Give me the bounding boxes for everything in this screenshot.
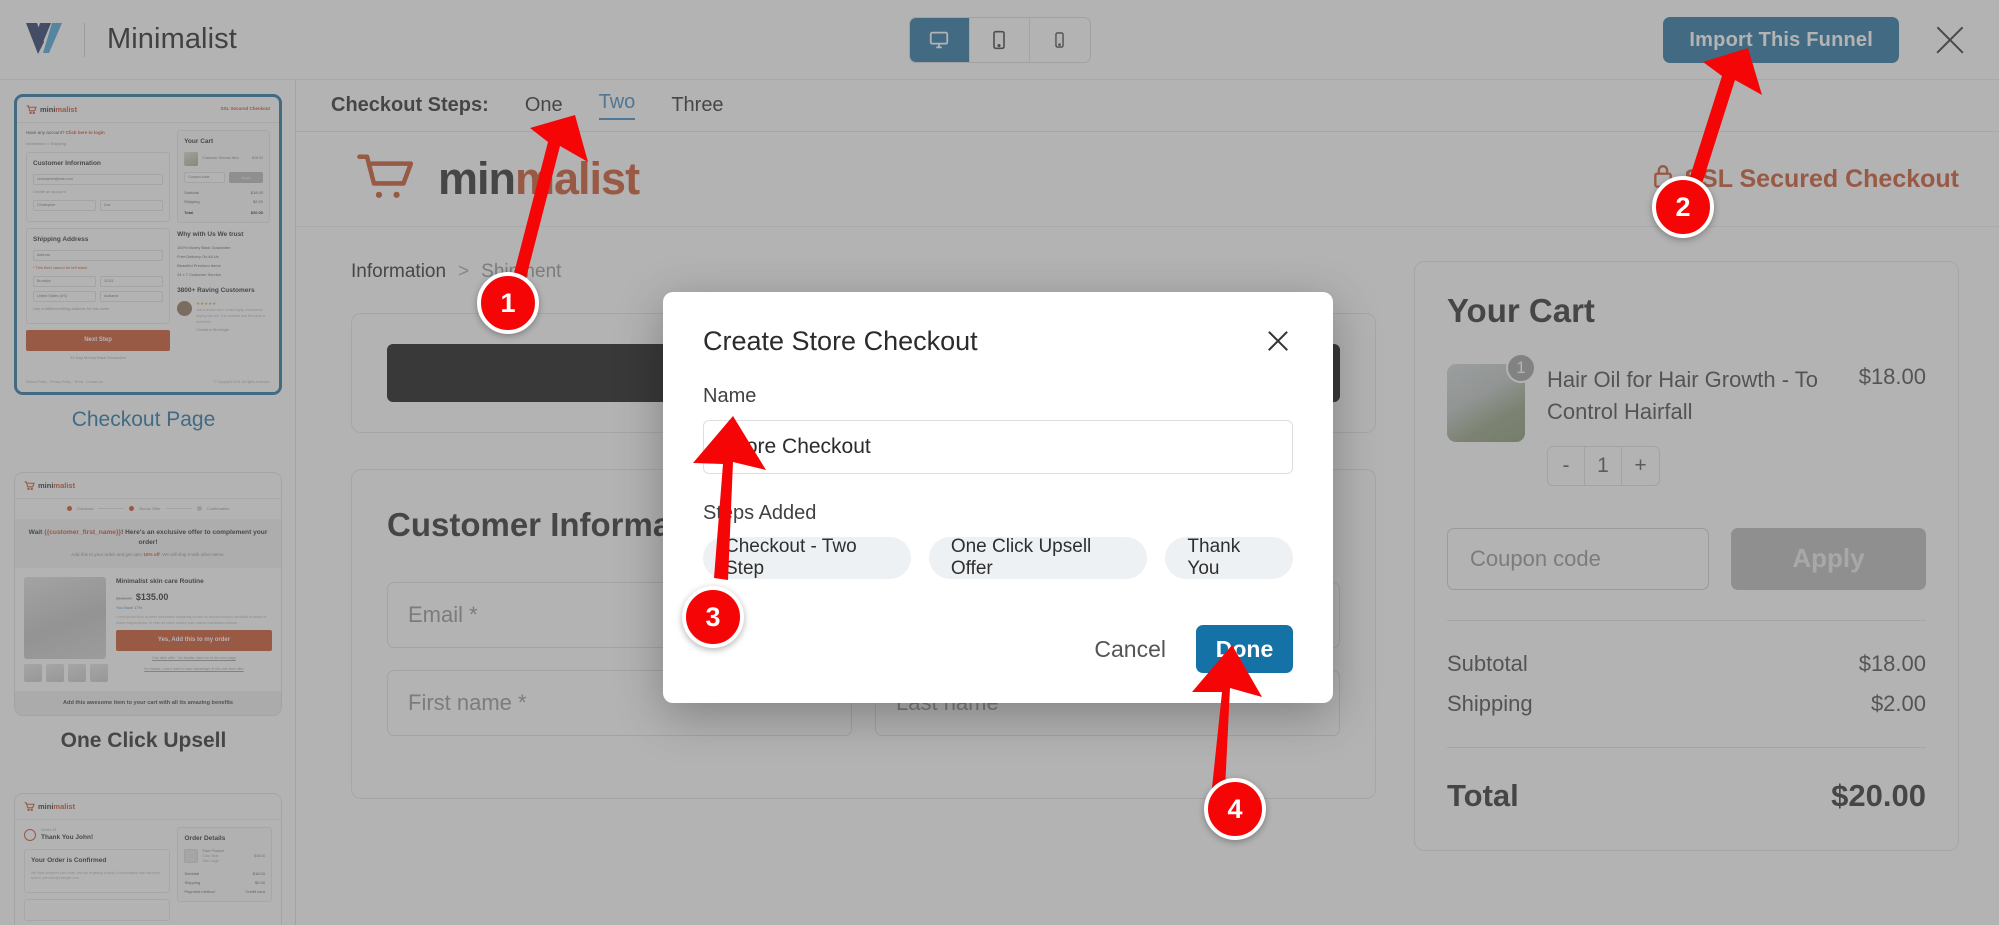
- chip-one-click-upsell-offer[interactable]: One Click Upsell Offer: [928, 536, 1148, 579]
- cancel-button[interactable]: Cancel: [1094, 636, 1166, 663]
- modal-close-icon[interactable]: [1263, 326, 1293, 356]
- annotation-badge-4: 4: [1204, 778, 1266, 840]
- name-label: Name: [703, 385, 757, 407]
- steps-added-label: Steps Added: [703, 502, 817, 524]
- create-store-checkout-modal: Create Store Checkout Name Store Checkou…: [663, 292, 1333, 703]
- done-button[interactable]: Done: [1196, 625, 1293, 673]
- app-root: Minimalist Import This Funnel: [0, 0, 1999, 925]
- chip-thank-you[interactable]: Thank You: [1165, 536, 1293, 579]
- modal-actions: Cancel Done: [703, 625, 1293, 673]
- annotation-badge-2: 2: [1652, 176, 1714, 238]
- steps-added-chips: Checkout - Two Step One Click Upsell Off…: [703, 536, 1293, 579]
- annotation-badge-1: 1: [477, 272, 539, 334]
- annotation-badge-3: 3: [682, 586, 744, 648]
- modal-header: Create Store Checkout: [703, 326, 1293, 357]
- chip-checkout-two-step[interactable]: Checkout - Two Step: [703, 536, 911, 579]
- modal-title: Create Store Checkout: [703, 326, 978, 356]
- store-checkout-name-input[interactable]: Store Checkout: [703, 420, 1293, 474]
